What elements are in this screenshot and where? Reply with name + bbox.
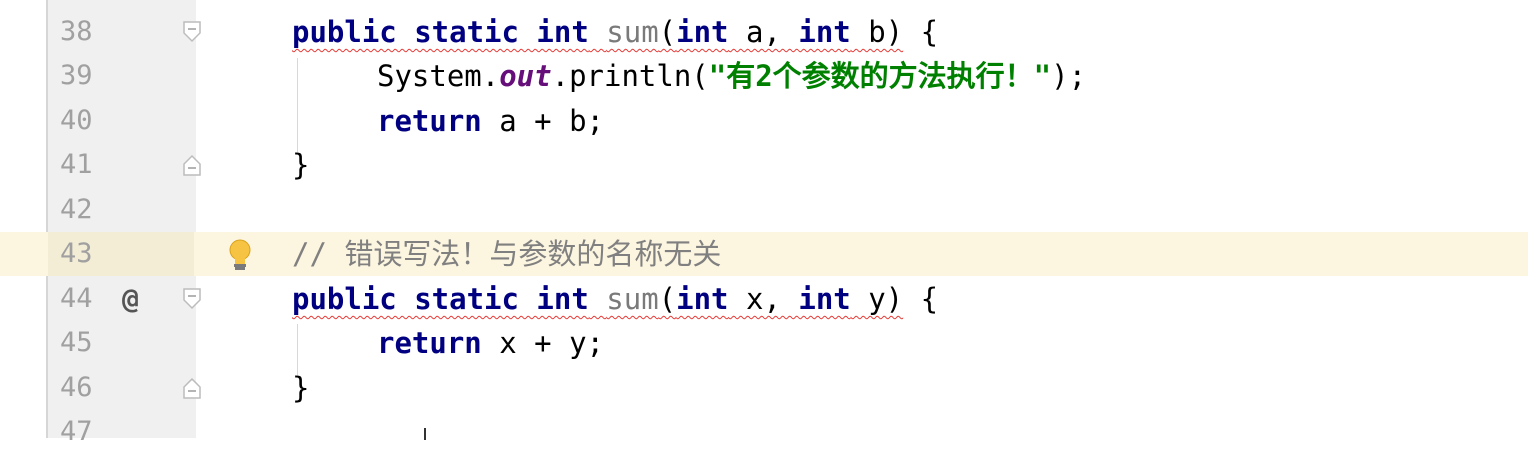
line-number: 42 (60, 194, 93, 225)
code-text[interactable]: return a + b; (377, 99, 604, 143)
code-comment[interactable]: // 错误写法！与参数的名称无关 (292, 232, 721, 276)
text-cursor (424, 428, 426, 440)
line-number: 45 (60, 327, 93, 358)
fold-open-icon[interactable] (181, 20, 203, 44)
code-line-45[interactable]: 45 return x + y; (0, 321, 1528, 365)
code-line-43[interactable]: 43 // 错误写法！与参数的名称无关 (0, 232, 1528, 276)
fold-close-icon[interactable] (181, 153, 203, 177)
lightbulb-icon[interactable] (226, 238, 254, 272)
code-text[interactable]: public static int sum(int a, int b) { (292, 10, 938, 54)
line-number: 39 (60, 60, 93, 91)
line-number: 41 (60, 149, 93, 180)
line-number: 46 (60, 372, 93, 403)
line-number: 43 (60, 238, 93, 269)
code-line-44[interactable]: 44 @ public static int sum(int x, int y)… (0, 277, 1528, 321)
code-text[interactable]: } (292, 366, 309, 410)
code-line-41[interactable]: 41 } (0, 143, 1528, 187)
fold-open-icon[interactable] (181, 287, 203, 311)
fold-close-icon[interactable] (181, 376, 203, 400)
code-text[interactable]: public static int sum(int x, int y) { (292, 277, 938, 321)
code-line-40[interactable]: 40 return a + b; (0, 99, 1528, 143)
line-number: 38 (60, 16, 93, 47)
line-number: 44 (60, 283, 93, 314)
code-line-46[interactable]: 46 } (0, 366, 1528, 410)
line-number: 40 (60, 105, 93, 136)
override-marker-icon[interactable]: @ (122, 277, 139, 321)
code-text[interactable]: return x + y; (377, 321, 604, 365)
code-line-39[interactable]: 39 System.out.println("有2个参数的方法执行！"); (0, 54, 1528, 98)
code-line-42[interactable]: 42 (0, 188, 1528, 232)
code-line-38[interactable]: 38 public static int sum(int a, int b) { (0, 10, 1528, 54)
code-line-47[interactable]: 47 (0, 410, 1528, 454)
code-text[interactable]: System.out.println("有2个参数的方法执行！"); (377, 54, 1086, 98)
line-number: 47 (60, 416, 93, 447)
code-text[interactable]: } (292, 143, 309, 187)
